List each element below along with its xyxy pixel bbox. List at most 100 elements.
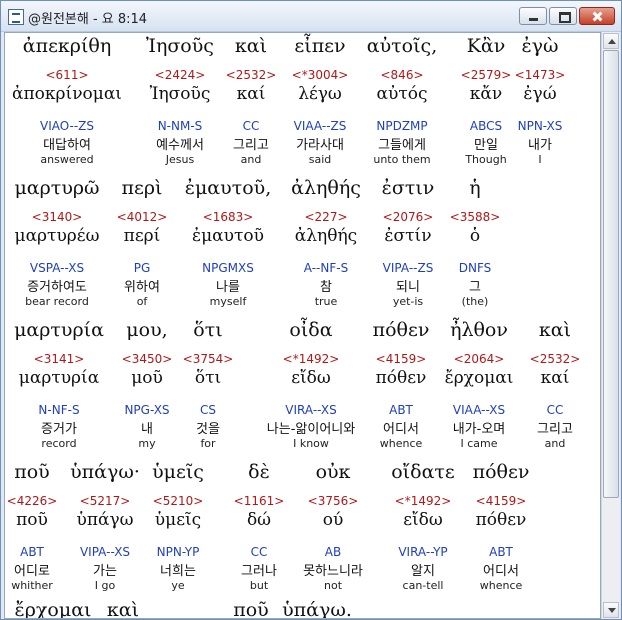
word-num[interactable]: <3754> [183,352,234,366]
app-window: @원전본해 - 요 8:14 ἀπεκρίθη <611> ἀποκρίνομαι V… [0,0,622,620]
word-num[interactable]: <3140> [32,210,83,224]
word-lemma: ὅτι [194,368,222,388]
word-num[interactable]: <2532> [226,68,277,82]
minimize-button[interactable] [519,7,547,25]
word-lemma: ἐστίν [384,226,432,246]
word-kor: 것을 [196,422,220,437]
word-greek[interactable]: ποῦ [14,461,49,483]
word-greek[interactable]: ἦλθον [450,319,508,341]
word-eng: my [138,437,156,450]
word-num[interactable]: <1161> [234,494,285,508]
word-greek[interactable]: οἴδατε [391,461,455,483]
word-num[interactable]: <611> [45,68,88,82]
word-greek[interactable]: οὐκ [316,461,351,483]
word-eng: ye [171,579,185,592]
word-num[interactable]: <3756> [308,494,359,508]
word-greek[interactable]: περὶ [122,177,163,199]
word-eng: not [323,579,343,592]
word-num[interactable]: <2076> [383,210,434,224]
word-eng: bear record [25,295,89,308]
word-lemma: ὑμεῖς [154,510,202,530]
word-parse: NPGMXS [202,261,254,275]
word-kor: 대답하여 [43,138,91,153]
word-greek[interactable]: ἀπεκρίθη [23,35,111,57]
word-greek[interactable]: αὐτοῖς, [367,35,437,57]
word-greek[interactable]: καὶ [539,319,571,341]
word-greek[interactable]: ποῦ [233,599,268,618]
word-num[interactable]: <*1492> [395,494,452,508]
scroll-up-button[interactable] [603,33,619,49]
word-kor: 못하느니라 [303,564,363,579]
word-greek[interactable]: ἀληθής [291,177,361,199]
word-num[interactable]: <3141> [34,352,85,366]
word-num[interactable]: <1473> [515,68,566,82]
word-lemma: εἴδω [291,368,331,388]
word-kor: 내 [141,422,153,437]
word-greek[interactable]: ἔρχομαι [15,599,92,618]
word-num[interactable]: <4159> [376,352,427,366]
word-num[interactable]: <4226> [7,494,58,508]
word-greek[interactable]: ὑπάγω. [282,599,352,618]
word-greek[interactable]: μαρτυρία [14,319,104,341]
word-lemma: ἐγώ [523,84,557,104]
word-num[interactable]: <2064> [454,352,505,366]
close-button[interactable] [579,7,615,25]
word-num[interactable]: <227> [304,210,347,224]
word-num[interactable]: <846> [380,68,423,82]
word-greek[interactable]: καὶ [107,599,139,618]
word-greek[interactable]: εἶπεν [294,35,345,57]
word-greek[interactable]: καὶ [235,35,267,57]
word-eng: whither [11,579,53,592]
word-kor: 나는-앎이어니와 [266,422,356,437]
word-greek[interactable]: πόθεν [473,461,530,483]
vertical-scrollbar[interactable] [601,32,620,619]
word-greek[interactable]: Κἂν [467,35,506,57]
word-num[interactable]: <2424> [155,68,206,82]
word-greek[interactable]: ὑπάγω· [70,461,140,483]
word-num[interactable]: <4012> [117,210,168,224]
window-title: @원전본해 - 요 8:14 [28,12,148,27]
interlinear-text-area[interactable]: ἀπεκρίθη <611> ἀποκρίνομαι VIAO--ZS 대답하여 answ… [4,32,601,619]
word-greek[interactable]: ὅτι [193,319,222,341]
word-eng: true [314,295,338,308]
word-num[interactable]: <2579> [461,68,512,82]
word-kor: 알지 [411,564,435,579]
word-greek[interactable]: ἐγὼ [521,35,558,57]
word-greek[interactable]: πόθεν [373,319,430,341]
word-num[interactable]: <4159> [476,494,527,508]
word-parse: N-NF-S [38,403,80,417]
word-greek[interactable]: οἶδα [289,319,332,341]
scroll-down-button[interactable] [603,602,619,618]
word-num[interactable]: <5210> [153,494,204,508]
word-eng: and [544,437,566,450]
word-num[interactable]: <*1492> [283,352,340,366]
word-num[interactable]: <*3004> [292,68,349,82]
word-greek[interactable]: δὲ [248,461,270,483]
word-num[interactable]: <2532> [530,352,581,366]
word-num[interactable]: <3588> [450,210,501,224]
word-kor: 어디서 [383,422,419,437]
word-parse: CS [200,403,216,417]
app-book-icon [8,9,24,25]
maximize-button[interactable] [549,7,577,25]
title-bar[interactable]: @원전본해 - 요 8:14 [1,1,621,32]
word-greek[interactable]: ἡ [469,177,480,199]
word-eng: (the) [461,295,489,308]
word-parse: ABT [389,403,413,417]
scroll-thumb[interactable] [603,50,619,498]
word-kor: 가는 [93,564,117,579]
word-greek[interactable]: μου, [126,319,167,341]
word-num[interactable]: <5217> [80,494,131,508]
word-kor: 내가 [528,138,552,153]
word-num[interactable]: <3450> [122,352,173,366]
word-greek[interactable]: ὑμεῖς [152,461,204,483]
word-greek[interactable]: μαρτυρῶ [14,177,99,199]
word-num[interactable]: <1683> [203,210,254,224]
word-parse: CC [546,403,564,417]
word-greek[interactable]: ἐστιν [382,177,435,199]
word-kor: 그러나 [241,564,277,579]
word-greek[interactable]: Ἰησοῦς [146,35,214,57]
word-kor: 내가-오며 [452,422,506,437]
word-kor: 너희는 [160,564,196,579]
word-greek[interactable]: ἐμαυτοῦ, [185,177,271,199]
